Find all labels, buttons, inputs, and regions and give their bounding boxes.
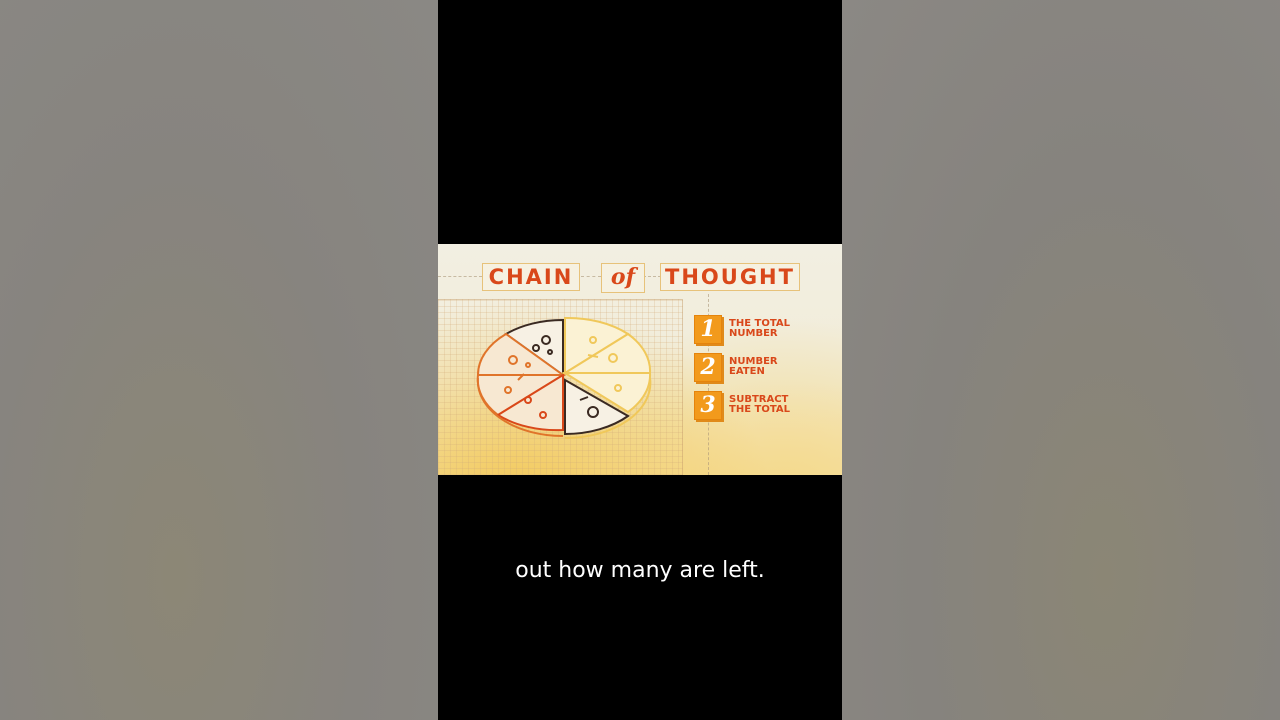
- step-label-line: EATEN: [729, 366, 765, 377]
- subtitle-caption: out how many are left.: [515, 558, 765, 583]
- blurred-background-right: [842, 0, 1280, 720]
- blurred-background-left: [0, 0, 438, 720]
- title-thought: THOUGHT: [660, 263, 800, 291]
- title-of: of: [601, 263, 645, 293]
- step-label: NUMBER EATEN: [729, 357, 799, 377]
- step-label-line: NUMBER: [729, 328, 778, 339]
- title-chain: CHAIN: [482, 263, 580, 291]
- step-1: 1 THE TOTAL NUMBER: [694, 314, 799, 344]
- step-3: 3 SUBTRACT THE TOTAL: [694, 390, 799, 420]
- slide-card: CHAIN of THOUGHT 1 THE TOTAL NUMBER 2 NU…: [438, 244, 842, 475]
- dashed-guide: [643, 276, 661, 277]
- step-2: 2 NUMBER EATEN: [694, 352, 799, 382]
- dashed-guide: [438, 276, 482, 277]
- step-label-line: THE TOTAL: [729, 404, 790, 415]
- video-frame[interactable]: CHAIN of THOUGHT 1 THE TOTAL NUMBER 2 NU…: [438, 0, 842, 720]
- step-number: 1: [694, 314, 722, 344]
- step-number: 3: [694, 390, 722, 420]
- dashed-guide: [581, 276, 601, 277]
- step-label: THE TOTAL NUMBER: [729, 319, 799, 339]
- pizza-icon: [476, 316, 652, 440]
- step-label: SUBTRACT THE TOTAL: [729, 395, 799, 415]
- step-number: 2: [694, 352, 722, 382]
